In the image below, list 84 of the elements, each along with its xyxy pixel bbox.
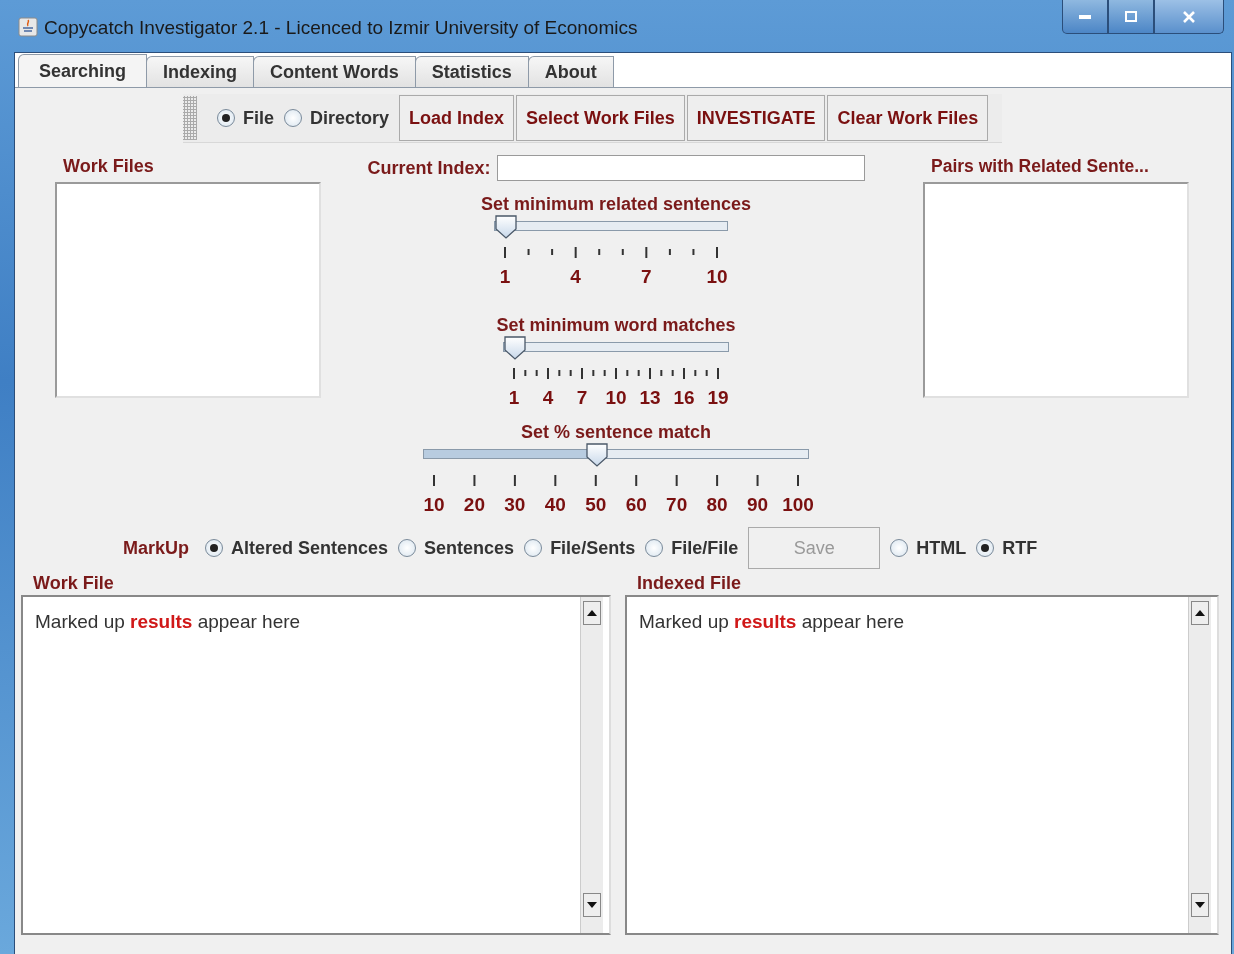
radio-option[interactable]: File/Sents bbox=[524, 537, 636, 559]
tick-label: 10 bbox=[605, 387, 627, 409]
slider-title: Set % sentence match bbox=[520, 421, 712, 443]
pane-label: Work File bbox=[32, 572, 115, 595]
tab[interactable]: Searching bbox=[18, 54, 148, 87]
tab[interactable]: Indexing bbox=[146, 56, 255, 87]
tick-label: 16 bbox=[673, 387, 695, 409]
tab[interactable]: About bbox=[527, 56, 614, 87]
tick-label: 50 bbox=[585, 494, 607, 516]
tick-label: 10 bbox=[423, 494, 445, 516]
list-label: Pairs with Related Sente... bbox=[930, 156, 1150, 178]
field-label: Current Index: bbox=[367, 157, 491, 179]
radio-button[interactable] bbox=[205, 539, 223, 557]
tick-label: 100 bbox=[782, 494, 814, 516]
radio-button[interactable] bbox=[524, 539, 543, 557]
radio-label: Directory bbox=[310, 107, 390, 129]
slider-thumb[interactable] bbox=[504, 336, 526, 360]
tick-label: 13 bbox=[639, 387, 661, 409]
maximize-icon bbox=[1125, 11, 1137, 22]
tick-label: 4 bbox=[570, 266, 581, 288]
radio-label: Sentences bbox=[424, 537, 515, 559]
radio-option[interactable]: File bbox=[217, 107, 274, 129]
pane-label: Indexed File bbox=[636, 572, 743, 595]
scrollbar[interactable] bbox=[1188, 597, 1211, 933]
scroll-up-icon[interactable] bbox=[1191, 601, 1209, 625]
radio-button[interactable] bbox=[217, 109, 235, 127]
window-title: Copycatch Investigator 2.1 - Licenced to Izmir University of Economics bbox=[44, 17, 638, 39]
radio-button[interactable] bbox=[645, 539, 664, 557]
minimize-button[interactable] bbox=[1062, 0, 1108, 34]
radio-option[interactable]: File/File bbox=[645, 537, 739, 559]
radio-label: File/File bbox=[671, 537, 739, 559]
tick-label: 7 bbox=[641, 266, 652, 288]
scroll-down-icon[interactable] bbox=[1191, 893, 1209, 917]
placeholder-text: Marked up results appear here bbox=[638, 610, 905, 634]
app-icon bbox=[18, 17, 38, 37]
tick-label: 1 bbox=[508, 387, 520, 409]
radio-button[interactable] bbox=[284, 109, 302, 127]
tick-label: 7 bbox=[576, 387, 588, 409]
radio-label: File bbox=[243, 107, 274, 129]
text-area[interactable]: Marked up results appear here bbox=[21, 595, 611, 935]
radio-option[interactable]: HTML bbox=[890, 537, 967, 559]
toolbar-grip[interactable] bbox=[183, 96, 197, 140]
markup-label: MarkUp bbox=[123, 537, 189, 559]
radio-option[interactable]: RTF bbox=[976, 537, 1038, 559]
tick-label: 70 bbox=[666, 494, 688, 516]
radio-label: HTML bbox=[916, 537, 967, 559]
tab[interactable]: Content Words bbox=[253, 56, 416, 87]
radio-label: RTF bbox=[1002, 537, 1038, 559]
tick-label: 80 bbox=[706, 494, 728, 516]
slider-thumb[interactable] bbox=[495, 215, 517, 239]
current-index-field[interactable] bbox=[496, 155, 865, 181]
close-button[interactable] bbox=[1154, 0, 1224, 34]
minimize-icon bbox=[1079, 13, 1091, 20]
radio-option[interactable]: Sentences bbox=[398, 537, 515, 559]
tick-label: 40 bbox=[544, 494, 566, 516]
tick-label: 90 bbox=[747, 494, 769, 516]
scroll-up-icon[interactable] bbox=[583, 601, 601, 625]
radio-label: File/Sents bbox=[550, 537, 636, 559]
placeholder-text: Marked up results appear here bbox=[34, 610, 301, 634]
radio-button[interactable] bbox=[890, 539, 909, 557]
scrollbar[interactable] bbox=[580, 597, 603, 933]
tab[interactable]: Statistics bbox=[414, 56, 529, 87]
tick-label: 60 bbox=[625, 494, 647, 516]
close-icon bbox=[1183, 10, 1195, 23]
radio-option[interactable]: Directory bbox=[284, 107, 390, 129]
list-label: Work Files bbox=[62, 156, 155, 178]
tick-label: 1 bbox=[499, 266, 511, 288]
tick-label: 30 bbox=[504, 494, 526, 516]
tick-label: 10 bbox=[706, 266, 728, 288]
button[interactable]: INVESTIGATE bbox=[686, 95, 826, 141]
maximize-button[interactable] bbox=[1108, 0, 1154, 34]
radio-button[interactable] bbox=[976, 539, 995, 557]
button[interactable]: Select Work Files bbox=[516, 95, 685, 141]
text-area[interactable]: Marked up results appear here bbox=[625, 595, 1219, 935]
tick-label: 19 bbox=[707, 387, 729, 409]
button[interactable]: Clear Work Files bbox=[827, 95, 989, 141]
slider-title: Set minimum related sentences bbox=[480, 193, 752, 215]
tick-label: 20 bbox=[463, 494, 485, 516]
slider-thumb[interactable] bbox=[585, 443, 608, 467]
scroll-down-icon[interactable] bbox=[583, 893, 601, 917]
slider-title: Set minimum word matches bbox=[496, 314, 736, 336]
radio-button[interactable] bbox=[398, 539, 417, 557]
tick-label: 4 bbox=[542, 387, 554, 409]
button[interactable]: Load Index bbox=[399, 95, 515, 141]
